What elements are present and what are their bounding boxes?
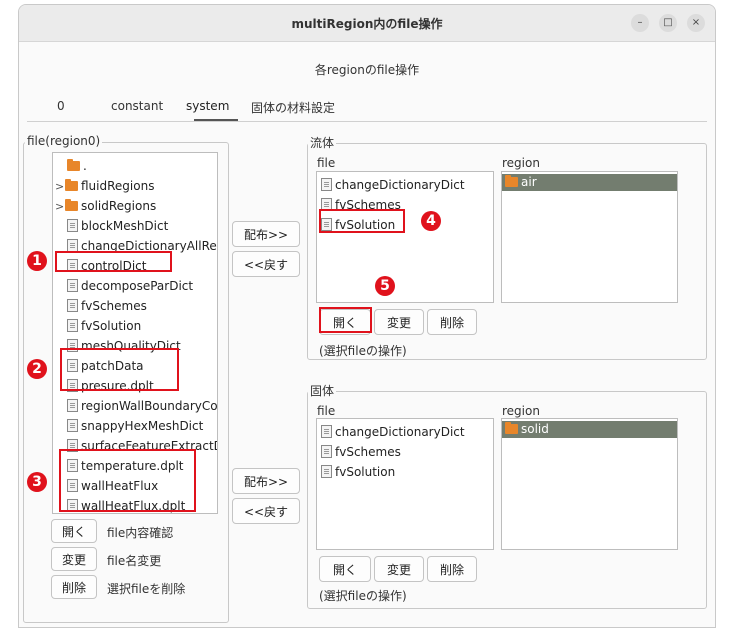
highlight-box-controldict xyxy=(55,251,172,272)
file-icon xyxy=(321,425,332,438)
file-icon xyxy=(67,419,78,432)
delete-file-button[interactable]: 削除 xyxy=(51,575,97,599)
solid-file-list[interactable]: changeDictionaryDict fvSchemes fvSolutio… xyxy=(316,418,494,550)
folder-icon xyxy=(65,199,78,211)
list-item[interactable]: solid xyxy=(505,420,549,438)
file-icon xyxy=(67,219,78,232)
distribute-fluid-button[interactable]: 配布>> xyxy=(232,221,300,247)
list-item[interactable]: changeDictionaryDict xyxy=(321,176,465,194)
list-item[interactable]: changeDictionaryDict xyxy=(321,423,465,441)
tab-material-settings[interactable]: 固体の材料設定 xyxy=(251,99,335,116)
highlight-box-patchdata xyxy=(60,348,179,391)
highlight-box-open-button xyxy=(319,307,372,333)
fluid-delete-button[interactable]: 削除 xyxy=(427,309,477,335)
highlight-box-wallheatflux xyxy=(59,449,196,512)
solid-file-header: file xyxy=(317,404,336,418)
file-icon xyxy=(321,465,332,478)
list-item[interactable]: snappyHexMeshDict xyxy=(67,417,203,435)
delete-desc: 選択fileを削除 xyxy=(107,582,186,596)
annotation-badge-3: 3 xyxy=(27,472,47,492)
maximize-button[interactable]: □ xyxy=(659,14,677,32)
fluid-change-button[interactable]: 変更 xyxy=(374,309,424,335)
file-icon xyxy=(67,399,78,412)
list-item[interactable]: blockMeshDict xyxy=(67,217,168,235)
tab-0[interactable]: 0 xyxy=(57,99,65,113)
open-desc: file内容確認 xyxy=(107,526,174,540)
close-button[interactable]: × xyxy=(687,14,705,32)
list-item[interactable]: air xyxy=(505,173,537,191)
fluid-file-header: file xyxy=(317,156,336,170)
page-subtitle: 各regionのfile操作 xyxy=(314,63,420,77)
selected-region-row[interactable]: solid xyxy=(502,421,677,438)
left-frame-label: file(region0) xyxy=(25,134,103,148)
folder-icon xyxy=(505,175,518,187)
tab-divider xyxy=(27,121,707,122)
return-solid-button[interactable]: <<戻す xyxy=(232,498,300,524)
list-item[interactable]: fvSolution xyxy=(321,463,395,481)
tab-constant[interactable]: constant xyxy=(111,99,163,113)
folder-icon xyxy=(67,159,80,171)
expand-icon[interactable]: > xyxy=(55,178,65,196)
distribute-solid-button[interactable]: 配布>> xyxy=(232,468,300,494)
solid-region-list[interactable]: solid xyxy=(501,418,678,550)
open-file-button[interactable]: 開く xyxy=(51,519,97,543)
solid-delete-button[interactable]: 削除 xyxy=(427,556,477,582)
highlight-box-fvsolution xyxy=(319,209,405,233)
rename-desc: file名変更 xyxy=(107,554,162,568)
annotation-badge-5: 5 xyxy=(375,276,395,296)
fluid-note: (選択fileの操作) xyxy=(319,344,407,358)
list-item[interactable]: decomposeParDict xyxy=(67,277,193,295)
minimize-button[interactable]: – xyxy=(631,14,649,32)
list-item[interactable]: fvSchemes xyxy=(321,443,401,461)
list-item[interactable]: > solidRegions xyxy=(55,197,156,215)
list-item[interactable]: regionWallBoundaryCor xyxy=(67,397,217,415)
list-item[interactable]: fvSchemes xyxy=(67,297,147,315)
fluid-frame-label: 流体 xyxy=(308,134,337,151)
expand-icon[interactable]: > xyxy=(55,198,65,216)
annotation-badge-1: 1 xyxy=(27,251,47,271)
file-icon xyxy=(67,279,78,292)
solid-frame-label: 固体 xyxy=(308,382,337,399)
fluid-region-list[interactable]: air xyxy=(501,171,678,303)
rename-file-button[interactable]: 変更 xyxy=(51,547,97,571)
fluid-region-header: region xyxy=(502,156,540,170)
file-icon xyxy=(67,319,78,332)
solid-open-button[interactable]: 開く xyxy=(319,556,371,582)
solid-note: (選択fileの操作) xyxy=(319,589,407,603)
folder-icon xyxy=(505,422,518,434)
window-title: multiRegion内のfile操作 xyxy=(291,17,443,31)
list-item[interactable]: fvSolution xyxy=(67,317,141,335)
solid-region-header: region xyxy=(502,404,540,418)
file-icon xyxy=(321,178,332,191)
tab-system[interactable]: system xyxy=(186,99,229,113)
solid-change-button[interactable]: 変更 xyxy=(374,556,424,582)
title-bar: multiRegion内のfile操作 – □ × xyxy=(19,5,715,42)
annotation-badge-4: 4 xyxy=(421,211,441,231)
selected-region-row[interactable]: air xyxy=(502,174,677,191)
return-fluid-button[interactable]: <<戻す xyxy=(232,251,300,277)
list-item[interactable]: > fluidRegions xyxy=(55,177,154,195)
annotation-badge-2: 2 xyxy=(27,359,47,379)
file-icon xyxy=(67,299,78,312)
file-icon xyxy=(321,445,332,458)
folder-icon xyxy=(65,179,78,191)
fluid-file-list[interactable]: changeDictionaryDict fvSchemes fvSolutio… xyxy=(316,171,494,303)
list-item[interactable]: . xyxy=(67,157,87,175)
